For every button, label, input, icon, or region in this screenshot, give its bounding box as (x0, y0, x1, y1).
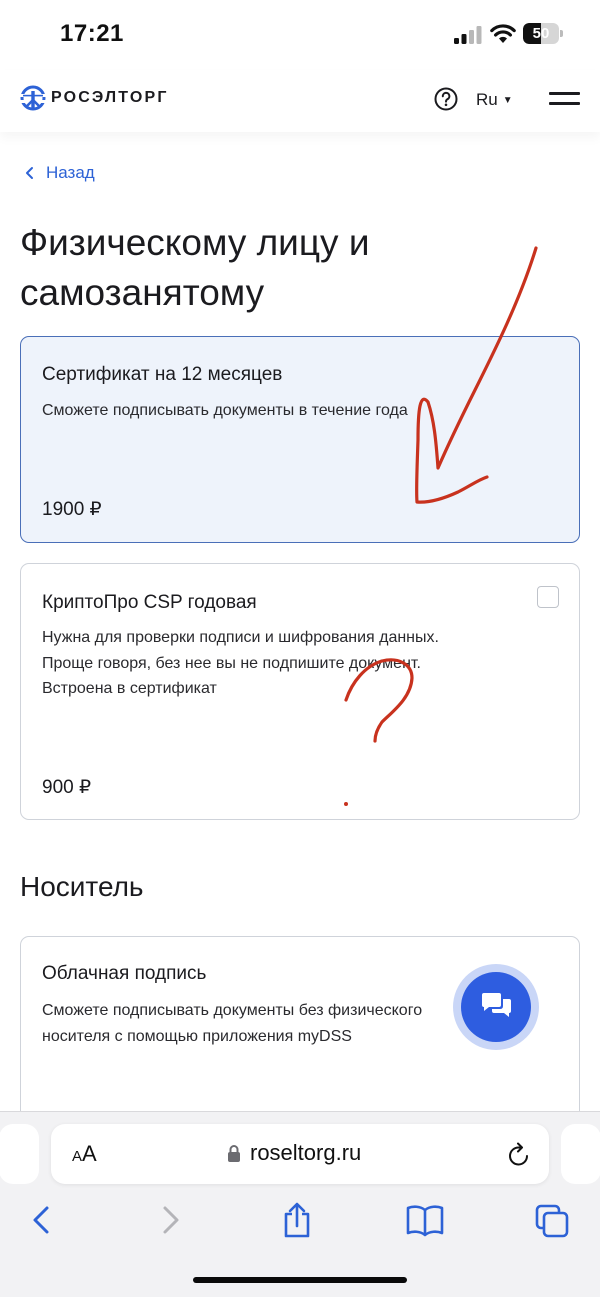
reload-icon[interactable] (507, 1142, 531, 1168)
battery-level: 50 (532, 25, 550, 42)
chat-bubbles-icon (482, 993, 511, 1017)
media-section-title: Носитель (20, 871, 144, 902)
card-description: Сможете подписывать документы без физиче… (42, 1002, 423, 1045)
browser-toolbar: AA roseltorg.ru (0, 1111, 600, 1297)
previous-tab-preview[interactable] (0, 1124, 39, 1184)
status-time: 17:21 (60, 20, 124, 47)
wifi-icon (490, 24, 516, 43)
hamburger-menu-icon[interactable] (549, 92, 580, 106)
browser-forward-icon[interactable] (158, 1202, 184, 1238)
chevron-left-icon (26, 167, 33, 179)
browser-back-icon[interactable] (28, 1202, 54, 1238)
url-text: roseltorg.ru (250, 1140, 362, 1165)
language-label: Ru (476, 90, 498, 109)
card-description: Сможете подписывать документы в течение … (42, 402, 408, 419)
card-title: Облачная подпись (42, 963, 207, 984)
bookmarks-icon[interactable] (406, 1202, 444, 1238)
cryptopro-checkbox[interactable] (537, 586, 559, 608)
back-link[interactable]: Назад (24, 163, 95, 183)
logo-text: РОСЭЛТОРГ (51, 89, 169, 106)
card-price: 900 ₽ (42, 777, 92, 798)
share-icon[interactable] (282, 1202, 312, 1238)
page-title: Физическому лицу и самозанятому (20, 222, 370, 313)
chat-button[interactable] (453, 964, 539, 1050)
certificate-card[interactable]: Сертификат на 12 месяцев Сможете подписы… (20, 336, 580, 543)
battery-icon: 50 (523, 23, 563, 44)
url-display[interactable]: roseltorg.ru (227, 1140, 361, 1166)
roseltorg-logo[interactable]: РОСЭЛТОРГ (20, 84, 169, 112)
tabs-icon[interactable] (535, 1202, 569, 1238)
next-tab-preview[interactable] (561, 1124, 600, 1184)
text-size-button[interactable]: AA (72, 1141, 97, 1167)
language-selector[interactable]: Ru ▼ (476, 88, 513, 112)
caret-down-icon: ▼ (502, 94, 513, 106)
status-bar: 17:21 50 (0, 0, 600, 70)
card-description: Нужна для проверки подписи и шифрования … (42, 629, 439, 697)
roseltorg-logo-icon (20, 85, 46, 111)
help-icon[interactable] (434, 87, 458, 111)
lock-icon (228, 1145, 240, 1162)
home-indicator (193, 1277, 407, 1283)
card-title: КриптоПро CSP годовая (42, 592, 257, 613)
back-label: Назад (46, 163, 95, 182)
card-price: 1900 ₽ (42, 499, 102, 520)
cellular-signal-icon (454, 26, 482, 44)
cryptopro-card[interactable]: КриптоПро CSP годовая Нужна для проверки… (20, 563, 580, 820)
site-header: РОСЭЛТОРГ Ru ▼ (0, 70, 600, 132)
card-title: Сертификат на 12 месяцев (42, 364, 283, 385)
address-bar[interactable]: AA roseltorg.ru (51, 1124, 549, 1184)
